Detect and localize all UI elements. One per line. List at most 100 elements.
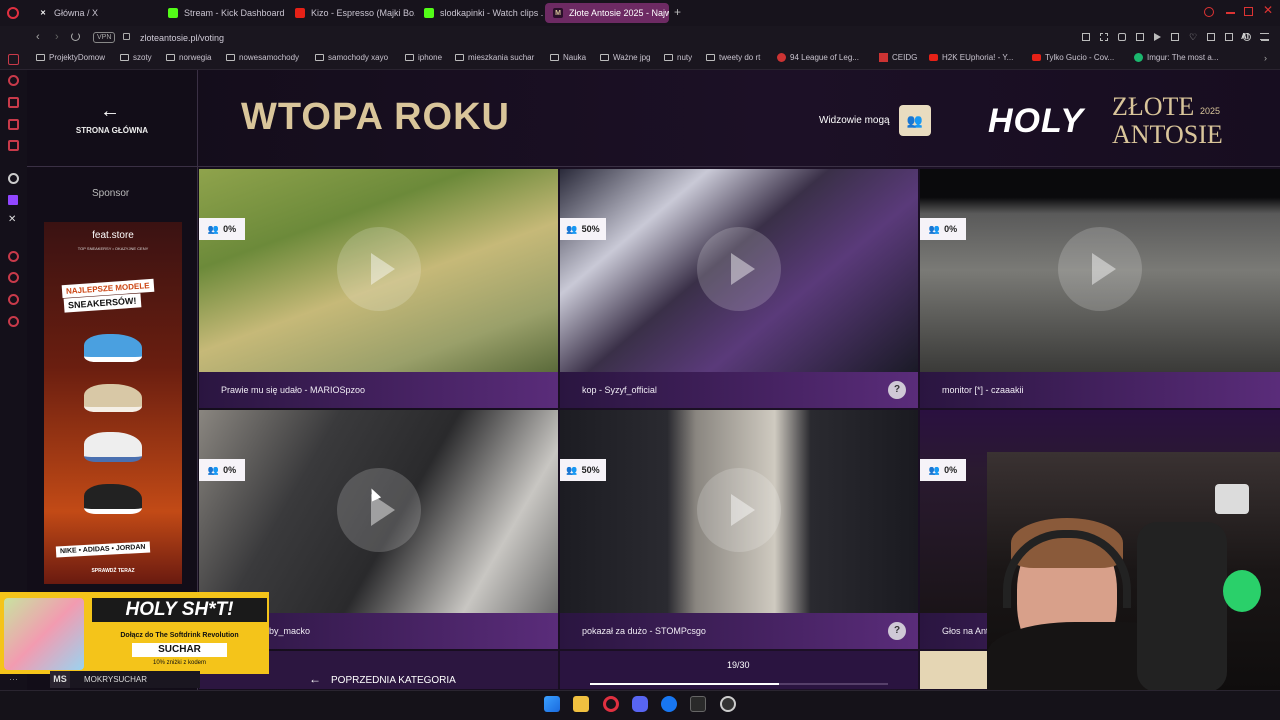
bookmark-szoty[interactable]: szoty bbox=[120, 53, 152, 62]
folder-icon bbox=[600, 54, 609, 61]
play-button-icon[interactable] bbox=[697, 468, 781, 552]
obs-icon[interactable] bbox=[720, 696, 736, 712]
tab-kick-dashboard[interactable]: Stream - Kick Dashboard bbox=[160, 3, 288, 23]
bookmark-wazne-jpg[interactable]: Ważne jpg bbox=[600, 53, 651, 62]
terminal-icon[interactable] bbox=[690, 696, 706, 712]
facebook-icon[interactable] bbox=[661, 696, 677, 712]
video-caption: monitor [*] - czaaakii bbox=[920, 372, 1280, 408]
windows-start-icon[interactable] bbox=[544, 696, 560, 712]
play-button-icon[interactable] bbox=[336, 468, 421, 552]
settings-icon[interactable] bbox=[8, 316, 19, 327]
opera-logo-icon[interactable] bbox=[7, 7, 19, 19]
imgur-icon bbox=[1134, 53, 1143, 62]
vote-percent-badge: 👥 0% bbox=[920, 218, 966, 240]
webcam-overlay bbox=[987, 452, 1280, 690]
reload-icon[interactable] bbox=[71, 32, 80, 41]
sidebar-more-icon[interactable]: ⋯ bbox=[9, 674, 18, 685]
bookmark-nowesamochody[interactable]: nowesamochody bbox=[226, 53, 299, 62]
whatsapp-icon[interactable] bbox=[8, 119, 19, 130]
bookmark-ceidg[interactable]: CEIDG bbox=[879, 53, 917, 62]
logo-holy: HOLY bbox=[988, 102, 1084, 140]
history-icon[interactable] bbox=[8, 272, 19, 283]
twitch-icon[interactable] bbox=[8, 195, 18, 205]
snapshot-icon[interactable] bbox=[1100, 33, 1108, 41]
play-button-icon[interactable] bbox=[697, 227, 781, 311]
pin-icon[interactable] bbox=[1082, 33, 1090, 41]
pinboard-icon[interactable] bbox=[8, 97, 19, 108]
za-icon: M bbox=[553, 8, 563, 18]
help-button[interactable]: ? bbox=[888, 622, 906, 640]
bookmark-tweety[interactable]: tweety do rt bbox=[706, 53, 760, 62]
bookmark-tylko-gucio[interactable]: Tylko Gucio - Cov... bbox=[1032, 53, 1114, 62]
video-card[interactable]: 👥 50% kop - Syzyf_official ? bbox=[560, 169, 918, 408]
discord-icon[interactable] bbox=[632, 696, 648, 712]
youtube-icon bbox=[295, 8, 305, 18]
logo-zlote: ZŁOTE bbox=[1112, 92, 1195, 121]
aria-icon[interactable] bbox=[8, 54, 19, 65]
chair bbox=[1137, 522, 1227, 690]
next-category-bar[interactable] bbox=[920, 651, 990, 689]
ad-store-sub: TOP SNEAKERSY • OKAZYJNE CENY bbox=[77, 246, 149, 251]
location-icon[interactable] bbox=[8, 251, 19, 262]
bookmark-nauka[interactable]: Nauka bbox=[550, 53, 586, 62]
bookmark-h2k[interactable]: H2K EUphoria! - Y... bbox=[929, 53, 1013, 62]
maximize-icon[interactable] bbox=[1244, 7, 1253, 16]
home-link[interactable]: STRONA GŁÓWNA bbox=[60, 126, 164, 135]
chatgpt-icon[interactable] bbox=[8, 173, 19, 184]
video-card[interactable]: 👥 0% Prawie mu się udało - MARIOSpzoo bbox=[199, 169, 558, 408]
vpn-badge[interactable]: VPN bbox=[93, 32, 116, 43]
play-icon[interactable] bbox=[1154, 33, 1161, 41]
ad-cta[interactable]: SPRAWDŹ TERAZ bbox=[44, 568, 182, 574]
bookmark-league[interactable]: 94 League of Leg... bbox=[777, 53, 859, 62]
prev-category-button[interactable]: POPRZEDNIA KATEGORIA bbox=[331, 675, 456, 686]
logo-antosie: ANTOSIE bbox=[1112, 120, 1223, 149]
shield-icon[interactable] bbox=[1118, 33, 1126, 41]
viewers-label: Widzowie mogą bbox=[819, 115, 890, 126]
category-title: WTOPA ROKU bbox=[241, 96, 510, 138]
opera-taskbar-icon[interactable] bbox=[603, 696, 619, 712]
bookmarks-more-icon[interactable]: › bbox=[1264, 53, 1267, 63]
tab-zlote-antosie[interactable]: M Złote Antosie 2025 - Najw... bbox=[545, 3, 669, 23]
downloads-sidebar-icon[interactable] bbox=[8, 294, 19, 305]
bookmark-samochody-xayo[interactable]: samochody xayo bbox=[315, 53, 388, 62]
search-icon[interactable] bbox=[1204, 7, 1214, 17]
file-explorer-icon[interactable] bbox=[573, 696, 589, 712]
bookmark-nuty[interactable]: nuty bbox=[664, 53, 692, 62]
heart-icon[interactable]: ♡ bbox=[1189, 33, 1197, 42]
back-icon[interactable]: ‹ bbox=[36, 31, 40, 43]
extensions-icon[interactable] bbox=[1207, 33, 1216, 41]
close-icon[interactable]: ✕ bbox=[1263, 3, 1273, 17]
bookmark-norwegia[interactable]: norwegia bbox=[166, 53, 211, 62]
tab-x[interactable]: ✕ Główna / X bbox=[30, 3, 158, 23]
play-button-icon[interactable] bbox=[1058, 227, 1142, 311]
bookmark-mieszkania-suchar[interactable]: mieszkania suchar bbox=[455, 53, 534, 62]
video-card[interactable]: 👥 0% monitor [*] - czaaakii bbox=[920, 169, 1280, 408]
lock-wallet-icon[interactable] bbox=[1225, 33, 1234, 41]
bookmark-projektydomow[interactable]: ProjektyDomow bbox=[36, 53, 105, 62]
menu-icon[interactable] bbox=[1260, 33, 1269, 40]
forward-icon[interactable]: › bbox=[55, 31, 59, 43]
new-tab-button[interactable]: + bbox=[674, 5, 681, 19]
player-icon[interactable] bbox=[8, 140, 19, 151]
logo: HOLY ZŁOTE 2025 ANTOSIE bbox=[988, 92, 1248, 152]
sponsor-ad[interactable]: feat.store TOP SNEAKERSY • OKAZYJNE CENY… bbox=[44, 222, 182, 584]
minimize-icon[interactable] bbox=[1226, 12, 1235, 14]
bookmark-iphone[interactable]: iphone bbox=[405, 53, 442, 62]
x-sidebar-icon[interactable]: ✕ bbox=[8, 214, 16, 225]
viewers-button[interactable]: 👥 bbox=[899, 105, 931, 136]
url-field[interactable]: zloteantosie.pl/voting bbox=[140, 26, 224, 50]
video-card[interactable]: 👥 50% pokazał za dużo - STOMPcsgo ? bbox=[560, 410, 918, 649]
messenger-icon[interactable] bbox=[8, 75, 19, 86]
play-button-icon[interactable] bbox=[336, 227, 421, 311]
prev-arrow-icon[interactable]: ← bbox=[309, 672, 321, 686]
help-button[interactable]: ? bbox=[888, 381, 906, 399]
ai-button[interactable]: AI bbox=[1241, 32, 1249, 41]
tab-kick-clips[interactable]: slodkapinki - Watch clips ... bbox=[416, 3, 544, 23]
home-back-arrow-icon[interactable]: ← bbox=[100, 100, 120, 123]
tab-youtube-kizo[interactable]: Kizo - Espresso (Majki Bo... bbox=[287, 3, 415, 23]
camera-icon[interactable] bbox=[1136, 33, 1144, 41]
shoe-image bbox=[84, 384, 142, 412]
wallet-icon[interactable] bbox=[1171, 33, 1179, 41]
bookmark-imgur[interactable]: Imgur: The most a... bbox=[1134, 53, 1218, 62]
users-icon: 👥 bbox=[928, 223, 941, 234]
